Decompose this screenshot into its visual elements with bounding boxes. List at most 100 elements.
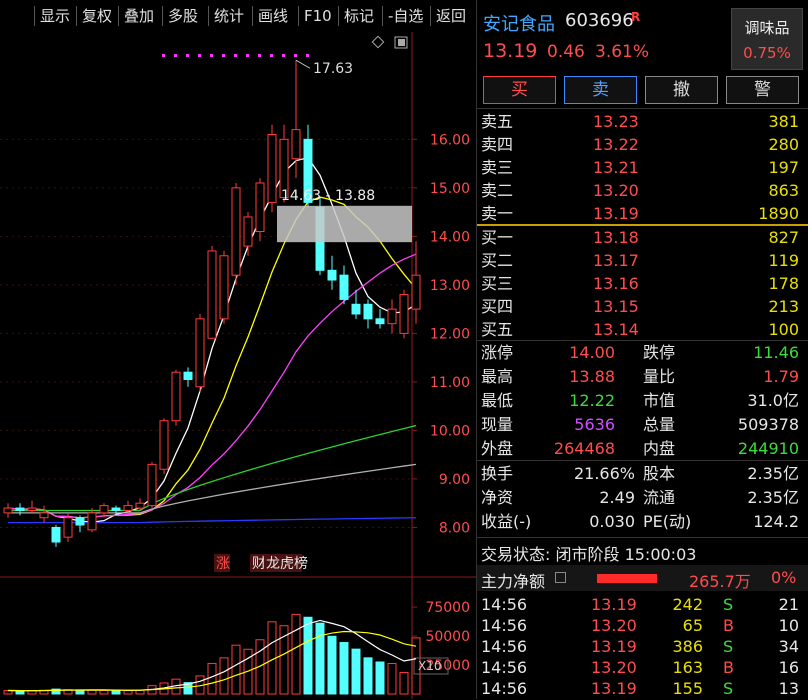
fund-flow-label: 主力净额 [481,572,546,591]
ask-volume: 197 [768,158,799,177]
candle-body [15,507,25,511]
kline-chart[interactable]: 17.63 14.63 - 13.88 16.00 15.00 14.00 13.00 12… [0,32,476,699]
ask-row[interactable]: 卖一 13.19 1890 [481,202,803,225]
bid-row[interactable]: 买一 13.18 827 [481,226,803,249]
marker-dot [258,54,261,57]
toolbar-item-6[interactable]: F10 [300,4,334,28]
stat-value: 11.46 [753,343,799,362]
alert-button[interactable]: 警 [726,76,799,104]
candle-body [39,512,49,519]
marker-dot [174,54,177,57]
ask-price: 13.21 [593,158,639,177]
candle-body [3,507,13,514]
tick-side: S [723,679,734,698]
sector-box[interactable]: 调味品 0.75% [731,8,803,70]
price-axis-label: 14.00 [430,229,470,245]
tick-price: 13.20 [591,658,637,677]
toolbar-item-4[interactable]: 统计 [210,4,250,28]
cancel-order-button[interactable]: 撤 [645,76,718,104]
tick-time: 14:56 [481,616,528,635]
ask-row[interactable]: 卖三 13.21 197 [481,156,803,179]
window-icon-fill [398,39,405,46]
ma-line-10 [7,196,417,519]
toolbar-item-1[interactable]: 复权 [78,4,118,28]
volume-bar [291,613,301,695]
candle-body [375,318,385,325]
stat-label: 流通 [643,488,676,507]
bid-row[interactable]: 买二 13.17 119 [481,249,803,272]
ask-row[interactable]: 卖五 13.23 381 [481,110,803,133]
quote-panel: 安记食品 603696 R 13.19 0.46 3.61% 调味品 0.75%… [476,0,808,699]
bid-row[interactable]: 买四 13.15 213 [481,295,803,318]
stat-value: 5636 [574,415,615,434]
event-badge-2[interactable]: 龙虎榜 [266,555,308,572]
tick-time: 14:56 [481,637,528,656]
tick-row[interactable]: 14:56 13.19 386 S 34 [481,635,803,658]
ask-row[interactable]: 卖四 13.22 280 [481,133,803,156]
volume-bar [231,644,241,695]
toolbar-item-2[interactable]: 叠加 [120,4,160,28]
stat-row[interactable]: 换手 21.66% 股本 2.35亿 [481,462,803,485]
high-price-label: 17.63 [313,61,353,77]
volume-bar [351,648,361,695]
stat-row[interactable]: 现量 5636 总量 509378 [481,413,803,436]
bid-price: 13.14 [593,320,639,339]
candle-body [351,303,361,315]
tick-price: 13.19 [591,679,637,698]
stat-row[interactable]: 最低 12.22 市值 31.0亿 [481,389,803,412]
tick-row[interactable]: 14:56 13.19 242 S 21 [481,593,803,616]
ma-line-120 [8,463,417,514]
stat-row[interactable]: 外盘 264468 内盘 244910 [481,437,803,460]
toolbar-item-8[interactable]: -自选 [384,4,430,28]
tick-time: 14:56 [481,595,528,614]
toolbar-item-3[interactable]: 多股 [164,4,206,28]
ask-level-label: 卖四 [481,135,514,154]
bid-row[interactable]: 买五 13.14 100 [481,318,803,341]
bid-row[interactable]: 买三 13.16 178 [481,272,803,295]
stat-value: 244910 [737,439,799,458]
tick-row[interactable]: 14:56 13.19 155 S 13 [481,677,803,700]
toolbar-item-7[interactable]: 标记 [340,4,380,28]
tick-row[interactable]: 14:56 13.20 163 B 16 [481,656,803,679]
stat-value: 12.22 [569,391,615,410]
event-badge-0[interactable]: 涨 [216,556,230,572]
stat-value: 14.00 [569,343,615,362]
price-axis-label: 13.00 [430,278,470,294]
toolbar-item-5[interactable]: 画线 [254,4,294,28]
toolbar-separator [162,6,163,26]
tick-count: 21 [778,595,799,614]
stat-value: 2.35亿 [747,464,799,483]
stat-row[interactable]: 最高 13.88 量比 1.79 [481,365,803,388]
stat-row[interactable]: 涨停 14.00 跌停 11.46 [481,341,803,364]
sell-button[interactable]: 卖 [564,76,637,104]
gap-zone [277,205,412,243]
stat-row[interactable]: 净资 2.49 流通 2.35亿 [481,486,803,509]
candle-body [399,294,409,334]
buy-button[interactable]: 买 [483,76,556,104]
toolbar-separator [76,6,77,26]
tick-volume: 386 [672,637,703,656]
tick-price: 13.19 [591,595,637,614]
event-badge-1[interactable]: 财 [252,556,266,572]
bid-price: 13.15 [593,297,639,316]
marker-dot [294,54,297,57]
stat-value: 264468 [553,439,615,458]
stat-row[interactable]: 收益(-) 0.030 PE(动) 124.2 [481,510,803,533]
stat-label: 股本 [643,464,676,483]
toolbar-item-0[interactable]: 显示 [36,4,76,28]
tick-time: 14:56 [481,679,528,698]
stat-label: 外盘 [481,439,514,458]
candle-body [147,463,157,507]
toolbar-item-9[interactable]: 返回 [432,4,472,28]
candle-body [63,517,73,538]
stat-value: 1.79 [763,367,799,386]
candle-body [51,526,61,543]
gap-range-label: 14.63 - 13.88 [281,188,375,204]
stat-label: 最高 [481,367,514,386]
tick-volume: 163 [672,658,703,677]
tick-row[interactable]: 14:56 13.20 65 B 10 [481,614,803,637]
tick-volume: 242 [672,595,703,614]
stat-value: 509378 [737,415,799,434]
list-icon[interactable] [555,572,566,583]
ask-row[interactable]: 卖二 13.20 863 [481,179,803,202]
